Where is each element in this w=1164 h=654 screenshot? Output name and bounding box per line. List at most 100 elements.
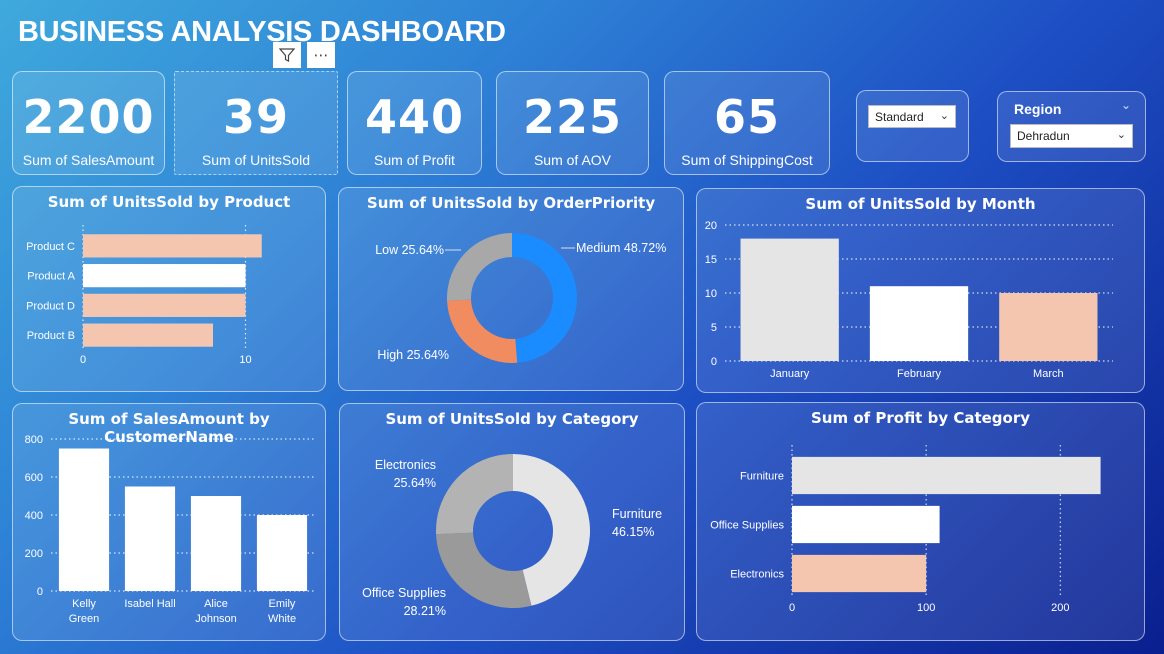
chart-card-profit-by-category[interactable]: Sum of Profit by Category 0 100 200 Furnitu… xyxy=(696,402,1145,641)
category-label: March xyxy=(1033,368,1064,380)
chart-card-units-by-priority[interactable]: Sum of UnitsSold by OrderPriority Medium… xyxy=(338,187,684,391)
category-label: Emily xyxy=(269,598,296,610)
x-tick-label: 0 xyxy=(80,354,86,366)
slice-label: 25.64% xyxy=(394,476,436,490)
donut-slice xyxy=(447,299,518,363)
x-tick-label: 0 xyxy=(789,602,795,614)
bar xyxy=(792,505,940,544)
units-by-product-chart: 0 10 Product C Product A Product D Product B xyxy=(26,225,262,366)
category-label: Electronics xyxy=(730,569,784,581)
category-label: Product B xyxy=(27,330,75,342)
region-slicer-title: Region xyxy=(1014,101,1062,117)
x-tick-label: 10 xyxy=(239,354,251,366)
chevron-down-icon: ⌄ xyxy=(1116,129,1126,141)
kpi-label: Sum of ShippingCost xyxy=(681,152,813,168)
y-tick-label: 800 xyxy=(25,434,43,446)
category-label: January xyxy=(770,368,810,380)
kpi-value: 225 xyxy=(522,90,623,144)
more-options-button[interactable]: ⋯ xyxy=(307,42,335,68)
category-label: Furniture xyxy=(740,471,784,483)
slice-label: 46.15% xyxy=(612,525,654,539)
category-label: White xyxy=(268,613,296,625)
kpi-label: Sum of UnitsSold xyxy=(201,152,311,168)
chart-card-units-by-category[interactable]: Sum of UnitsSold by Category Furniture 46… xyxy=(339,403,685,641)
category-label: Office Supplies xyxy=(710,520,784,532)
donut-slice xyxy=(436,454,513,535)
bar xyxy=(792,456,1101,495)
category-label: Product C xyxy=(26,241,75,253)
page-title: BUSINESS ANALYSIS DASHBOARD xyxy=(18,16,506,48)
chart-card-units-by-month[interactable]: Sum of UnitsSold by Month 0 5 10 15 20 Januar… xyxy=(696,188,1145,393)
y-tick-label: 10 xyxy=(705,288,717,300)
category-label: Green xyxy=(69,613,100,625)
kpi-card-units[interactable]: 39 Sum of UnitsSold xyxy=(174,71,338,175)
y-tick-label: 400 xyxy=(25,510,43,522)
y-tick-label: 0 xyxy=(37,586,43,598)
region-dropdown[interactable]: Dehradun ⌄ xyxy=(1010,124,1133,148)
donut-slice xyxy=(436,532,532,608)
kpi-value: 440 xyxy=(364,90,465,144)
chart-card-units-by-product[interactable]: Sum of UnitsSold by Product 0 10 Product C… xyxy=(12,186,326,392)
kpi-card-shipping[interactable]: 65 Sum of ShippingCost xyxy=(664,71,830,175)
bar xyxy=(869,286,969,361)
bar xyxy=(83,234,262,258)
slice-label: Medium 48.72% xyxy=(576,241,666,255)
units-by-priority-chart: Medium 48.72% High 25.64% Low 25.64% xyxy=(375,233,666,363)
kpi-card-profit[interactable]: 440 Sum of Profit xyxy=(347,71,482,175)
filter-button[interactable] xyxy=(273,42,301,68)
y-tick-label: 0 xyxy=(711,356,717,368)
bar xyxy=(740,238,839,361)
bar xyxy=(124,486,176,591)
bar xyxy=(83,264,246,288)
category-label: Isabel Hall xyxy=(124,598,175,610)
kpi-card-aov[interactable]: 225 Sum of AOV xyxy=(496,71,649,175)
slice-label: Electronics xyxy=(375,458,436,472)
region-slicer: Region ⌄ Dehradun ⌄ xyxy=(997,91,1146,162)
slice-label: Furniture xyxy=(612,507,662,521)
kpi-label: Sum of AOV xyxy=(533,152,612,168)
kpi-label: Sum of Profit xyxy=(374,152,455,168)
kpi-label: Sum of SalesAmount xyxy=(22,152,155,168)
bar xyxy=(83,323,213,347)
x-tick-label: 100 xyxy=(917,602,935,614)
y-tick-label: 200 xyxy=(25,548,43,560)
bar xyxy=(190,496,242,591)
donut-slice xyxy=(512,233,578,363)
y-tick-label: 600 xyxy=(25,472,43,484)
units-by-month-chart: 0 5 10 15 20 January February March xyxy=(705,220,1113,380)
chevron-down-icon: ⌄ xyxy=(939,110,949,122)
shipping-dropdown[interactable]: Standard ⌄ xyxy=(868,105,956,128)
category-label: Product D xyxy=(26,300,75,312)
filter-icon xyxy=(279,48,295,62)
slice-label: Low 25.64% xyxy=(375,243,444,257)
slice-label: High 25.64% xyxy=(377,348,449,362)
donut-slice xyxy=(447,233,512,301)
bar xyxy=(256,515,308,591)
category-label: February xyxy=(897,368,942,380)
bar xyxy=(58,448,110,591)
profit-by-category-chart: 0 100 200 Furniture Office Supplies Electroni… xyxy=(710,445,1101,614)
sales-by-customer-chart: 0 200 400 600 800 Kelly Green Isabel Hall Alice J… xyxy=(25,434,315,625)
category-label: Product A xyxy=(27,271,75,283)
kpi-value: 39 xyxy=(222,90,289,144)
y-tick-label: 5 xyxy=(711,322,717,334)
units-by-category-chart: Furniture 46.15% Office Supplies 28.21% Elec… xyxy=(362,454,662,618)
more-icon: ⋯ xyxy=(313,46,329,64)
category-label: Kelly xyxy=(72,598,96,610)
category-label: Johnson xyxy=(195,613,237,625)
category-label: Alice xyxy=(204,598,228,610)
shipping-dropdown-value: Standard xyxy=(875,110,924,124)
chevron-down-icon[interactable]: ⌄ xyxy=(1121,98,1131,112)
y-tick-label: 20 xyxy=(705,220,717,232)
region-dropdown-value: Dehradun xyxy=(1017,129,1070,143)
bar xyxy=(999,293,1098,361)
bar xyxy=(83,293,246,317)
x-tick-label: 200 xyxy=(1051,602,1069,614)
chart-card-sales-by-customer[interactable]: Sum of SalesAmount by CustomerName 0 200 4… xyxy=(12,403,326,641)
kpi-value: 2200 xyxy=(22,90,155,144)
kpi-value: 65 xyxy=(713,90,780,144)
kpi-card-sales[interactable]: 2200 Sum of SalesAmount xyxy=(12,71,165,175)
slice-label: Office Supplies xyxy=(362,586,446,600)
bar xyxy=(792,554,927,593)
slice-label: 28.21% xyxy=(404,604,446,618)
